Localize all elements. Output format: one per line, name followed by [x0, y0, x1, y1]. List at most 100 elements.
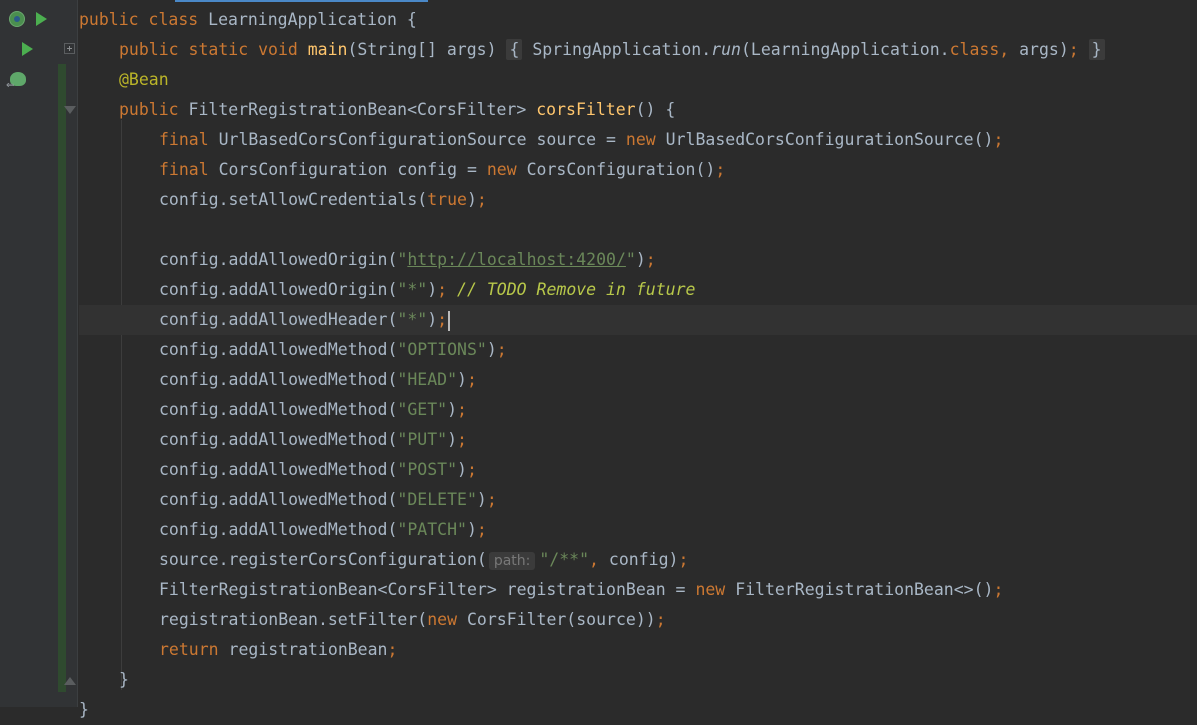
code-token: ; — [476, 520, 487, 539]
code-token: LearningApplication { — [208, 10, 417, 29]
code-token: FilterRegistrationBean<CorsFilter> regis… — [159, 580, 696, 599]
code-line[interactable]: config.addAllowedMethod("POST"); — [79, 455, 1197, 485]
code-token: , — [589, 550, 609, 569]
code-line[interactable]: config.addAllowedMethod("PUT"); — [79, 425, 1197, 455]
active-tab-indicator — [175, 0, 428, 2]
code-token: config.addAllowedMethod( — [159, 400, 398, 419]
code-token: config) — [608, 550, 679, 569]
code-editor[interactable]: public class LearningApplication {public… — [79, 5, 1197, 725]
code-token: ; — [715, 160, 726, 179]
code-line[interactable]: config.addAllowedMethod("HEAD"); — [79, 365, 1197, 395]
code-line[interactable]: registrationBean.setFilter(new CorsFilte… — [79, 605, 1197, 635]
code-token: ) — [447, 400, 458, 419]
code-token: } — [79, 700, 89, 719]
code-token: , — [999, 40, 1020, 59]
code-line[interactable]: config.addAllowedHeader("*"); — [79, 305, 1197, 335]
code-token: public static void — [119, 40, 308, 59]
code-token: "/**" — [539, 550, 590, 569]
code-line[interactable]: config.addAllowedMethod("PATCH"); — [79, 515, 1197, 545]
code-token: FilterRegistrationBean<>() — [735, 580, 994, 599]
code-token: config.addAllowedMethod( — [159, 520, 398, 539]
code-token: args) — [1019, 40, 1069, 59]
code-token: ; — [457, 430, 467, 449]
code-token: ; — [655, 610, 666, 629]
code-token: ) — [447, 430, 458, 449]
code-token: ) — [466, 190, 477, 209]
code-token: "OPTIONS" — [397, 340, 487, 359]
code-token: "HEAD" — [397, 370, 458, 389]
code-token: UrlBasedCorsConfigurationSource() — [665, 130, 994, 149]
code-token: return — [159, 640, 229, 659]
code-token[interactable]: http://localhost:4200/ — [407, 250, 626, 269]
code-line[interactable]: config.addAllowedOrigin("http://localhos… — [79, 245, 1197, 275]
code-line[interactable]: @Bean — [79, 65, 1197, 95]
code-line[interactable]: final CorsConfiguration config = new Cor… — [79, 155, 1197, 185]
code-token: "PATCH" — [397, 520, 467, 539]
code-token: ; — [486, 490, 497, 509]
code-token: } — [1088, 39, 1105, 60]
code-token: registrationBean — [228, 640, 388, 659]
code-token: final — [159, 160, 219, 179]
code-token: new — [486, 160, 527, 179]
code-token: run — [711, 40, 741, 59]
code-token: CorsConfiguration() — [526, 160, 716, 179]
navigate-arrow-icon: ⇐ — [6, 80, 15, 91]
code-token: ; — [645, 250, 656, 269]
run-class-icon[interactable] — [9, 11, 25, 27]
code-line[interactable]: config.addAllowedMethod("DELETE"); — [79, 485, 1197, 515]
code-token: @Bean — [119, 70, 169, 89]
code-line[interactable]: source.registerCorsConfiguration(path: "/… — [79, 545, 1197, 575]
code-token: public class — [79, 10, 209, 29]
code-token: "GET" — [397, 400, 448, 419]
code-token: ) — [457, 370, 467, 389]
code-line[interactable]: } — [79, 695, 1197, 725]
code-line[interactable]: return registrationBean; — [79, 635, 1197, 665]
code-token: CorsConfiguration config = — [218, 160, 487, 179]
code-token: " — [625, 250, 636, 269]
code-token: (LearningApplication. — [740, 40, 950, 59]
code-line[interactable]: } — [79, 665, 1197, 695]
run-class-arrow-icon[interactable] — [36, 12, 47, 26]
code-token: " — [397, 250, 408, 269]
code-token: class — [949, 40, 1000, 59]
code-line[interactable]: public class LearningApplication { — [79, 5, 1197, 35]
text-caret — [448, 310, 451, 331]
code-token: ) — [635, 250, 646, 269]
code-token: ; — [387, 640, 398, 659]
code-line[interactable]: config.addAllowedOrigin("*"); // TODO Re… — [79, 275, 1197, 305]
code-token: public — [119, 100, 189, 119]
code-token: config.addAllowedMethod( — [159, 460, 398, 479]
code-token: ; — [437, 280, 458, 299]
code-token: ; — [1068, 40, 1079, 59]
code-token: new — [625, 130, 666, 149]
code-token: config.addAllowedMethod( — [159, 490, 398, 509]
code-token: ; — [457, 400, 467, 419]
code-token: ; — [993, 130, 1004, 149]
fold-end-icon[interactable] — [64, 677, 76, 685]
code-line[interactable]: public static void main(String[] args) {… — [79, 35, 1197, 65]
code-token: new — [695, 580, 736, 599]
code-token: ) — [457, 460, 467, 479]
vcs-change-marker[interactable] — [58, 64, 66, 692]
code-token: config.addAllowedMethod( — [159, 430, 398, 449]
code-line[interactable]: config.addAllowedMethod("OPTIONS"); — [79, 335, 1197, 365]
code-line[interactable]: public FilterRegistrationBean<CorsFilter… — [79, 95, 1197, 125]
code-token: UrlBasedCorsConfigurationSource source = — [218, 130, 626, 149]
code-token: config.addAllowedOrigin( — [159, 250, 398, 269]
code-token: ) — [486, 340, 497, 359]
code-line[interactable]: config.addAllowedMethod("GET"); — [79, 395, 1197, 425]
code-token: config.addAllowedOrigin( — [159, 280, 398, 299]
code-line[interactable]: config.setAllowCredentials(true); — [79, 185, 1197, 215]
code-token: { — [506, 39, 523, 60]
code-token: SpringApplication. — [522, 40, 712, 59]
code-line[interactable] — [79, 215, 1197, 245]
fold-collapse-icon[interactable] — [64, 106, 76, 114]
code-line[interactable]: FilterRegistrationBean<CorsFilter> regis… — [79, 575, 1197, 605]
run-main-icon[interactable] — [22, 42, 33, 56]
code-token: // TODO Remove in future — [457, 280, 696, 299]
fold-expand-icon[interactable] — [64, 43, 75, 54]
code-token: source.registerCorsConfiguration( — [159, 550, 487, 569]
code-line[interactable]: final UrlBasedCorsConfigurationSource so… — [79, 125, 1197, 155]
code-token: "*" — [397, 310, 428, 329]
